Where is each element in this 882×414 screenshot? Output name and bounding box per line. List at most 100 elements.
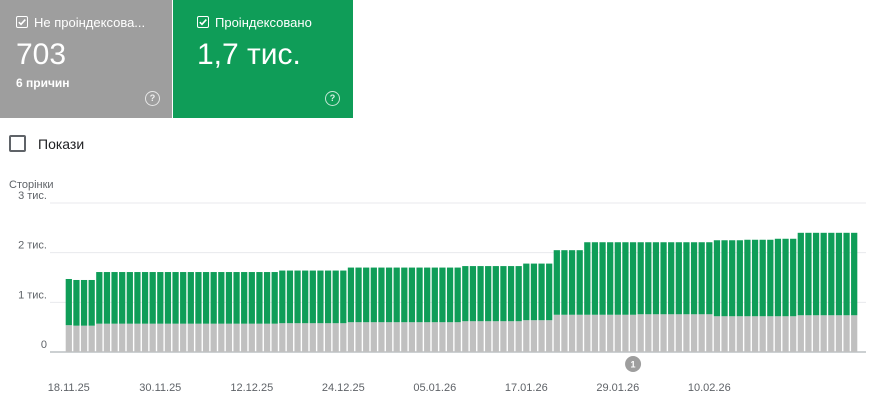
bar-indexed[interactable] xyxy=(225,272,233,324)
bar-not-indexed[interactable] xyxy=(370,322,377,352)
bar-indexed[interactable] xyxy=(324,270,332,324)
bar-indexed[interactable] xyxy=(378,267,385,323)
bar-not-indexed[interactable] xyxy=(843,315,850,352)
bar-indexed[interactable] xyxy=(797,232,804,316)
bar-not-indexed[interactable] xyxy=(347,322,355,352)
bar-not-indexed[interactable] xyxy=(164,323,172,352)
bar-indexed[interactable] xyxy=(332,270,339,324)
bar-indexed[interactable] xyxy=(294,270,301,324)
help-icon[interactable]: ? xyxy=(145,91,160,106)
bar-indexed[interactable] xyxy=(202,272,210,324)
bar-indexed[interactable] xyxy=(652,242,660,315)
bar-not-indexed[interactable] xyxy=(591,314,599,352)
bar-not-indexed[interactable] xyxy=(446,322,454,352)
bar-not-indexed[interactable] xyxy=(790,316,797,352)
bar-indexed[interactable] xyxy=(279,270,286,324)
bar-indexed[interactable] xyxy=(416,267,423,323)
checkbox-unchecked-icon[interactable] xyxy=(9,135,26,152)
bar-indexed[interactable] xyxy=(172,272,179,324)
bar-indexed[interactable] xyxy=(271,272,278,324)
bar-indexed[interactable] xyxy=(408,267,416,323)
bar-indexed[interactable] xyxy=(462,266,469,322)
bar-not-indexed[interactable] xyxy=(774,316,782,352)
bar-indexed[interactable] xyxy=(561,250,568,315)
bar-indexed[interactable] xyxy=(576,250,583,315)
bar-indexed[interactable] xyxy=(424,267,431,323)
help-icon[interactable]: ? xyxy=(325,91,340,106)
bar-not-indexed[interactable] xyxy=(73,325,80,352)
bar-indexed[interactable] xyxy=(774,238,782,317)
bar-not-indexed[interactable] xyxy=(629,314,637,352)
bar-not-indexed[interactable] xyxy=(225,323,233,352)
bar-indexed[interactable] xyxy=(286,270,294,324)
bar-not-indexed[interactable] xyxy=(248,323,255,352)
bar-indexed[interactable] xyxy=(729,240,736,317)
bar-indexed[interactable] xyxy=(233,272,240,324)
bar-indexed[interactable] xyxy=(187,272,194,324)
bar-not-indexed[interactable] xyxy=(713,316,721,352)
bar-indexed[interactable] xyxy=(363,267,370,323)
bar-not-indexed[interactable] xyxy=(851,315,858,352)
bar-indexed[interactable] xyxy=(340,270,347,324)
bar-indexed[interactable] xyxy=(88,279,95,326)
bar-not-indexed[interactable] xyxy=(553,314,560,352)
bar-not-indexed[interactable] xyxy=(294,323,301,352)
bar-indexed[interactable] xyxy=(256,272,263,324)
bar-not-indexed[interactable] xyxy=(698,314,705,352)
bar-indexed[interactable] xyxy=(812,232,820,316)
bar-not-indexed[interactable] xyxy=(134,323,141,352)
bar-not-indexed[interactable] xyxy=(302,323,309,352)
bar-indexed[interactable] xyxy=(668,242,675,315)
bar-indexed[interactable] xyxy=(790,238,797,317)
bar-not-indexed[interactable] xyxy=(141,323,149,352)
bar-not-indexed[interactable] xyxy=(401,322,408,352)
bar-not-indexed[interactable] xyxy=(286,323,294,352)
bar-indexed[interactable] xyxy=(515,266,522,322)
bar-indexed[interactable] xyxy=(431,267,438,323)
bar-not-indexed[interactable] xyxy=(408,322,416,352)
bar-not-indexed[interactable] xyxy=(469,321,477,352)
bar-indexed[interactable] xyxy=(614,242,621,315)
bar-not-indexed[interactable] xyxy=(828,315,835,352)
bar-indexed[interactable] xyxy=(103,272,111,324)
bar-not-indexed[interactable] xyxy=(202,323,210,352)
bar-not-indexed[interactable] xyxy=(88,325,95,352)
bar-indexed[interactable] xyxy=(355,267,362,323)
bar-not-indexed[interactable] xyxy=(263,323,271,352)
bar-indexed[interactable] xyxy=(660,242,667,315)
bar-not-indexed[interactable] xyxy=(111,323,118,352)
bar-not-indexed[interactable] xyxy=(233,323,240,352)
not-indexed-card[interactable]: Не проіндексова... 703 6 причин ? xyxy=(0,0,172,118)
bar-not-indexed[interactable] xyxy=(103,323,111,352)
bar-not-indexed[interactable] xyxy=(393,322,400,352)
bar-indexed[interactable] xyxy=(584,242,591,315)
bar-indexed[interactable] xyxy=(675,242,682,315)
bar-indexed[interactable] xyxy=(393,267,400,323)
bar-not-indexed[interactable] xyxy=(218,323,225,352)
bar-not-indexed[interactable] xyxy=(317,323,324,352)
bar-indexed[interactable] xyxy=(73,279,80,326)
bar-indexed[interactable] xyxy=(210,272,217,324)
bar-not-indexed[interactable] xyxy=(65,325,72,352)
bar-indexed[interactable] xyxy=(553,250,560,315)
bar-indexed[interactable] xyxy=(782,238,789,317)
bar-not-indexed[interactable] xyxy=(355,322,362,352)
bar-indexed[interactable] xyxy=(500,266,507,322)
bar-not-indexed[interactable] xyxy=(157,323,164,352)
bar-indexed[interactable] xyxy=(683,242,690,315)
bar-indexed[interactable] xyxy=(637,242,644,315)
bar-not-indexed[interactable] xyxy=(492,321,499,352)
bar-indexed[interactable] xyxy=(744,239,751,317)
bar-indexed[interactable] xyxy=(309,270,316,324)
bar-not-indexed[interactable] xyxy=(416,322,423,352)
bar-not-indexed[interactable] xyxy=(172,323,179,352)
bar-indexed[interactable] xyxy=(507,266,515,322)
bar-indexed[interactable] xyxy=(126,272,133,324)
bar-not-indexed[interactable] xyxy=(614,314,621,352)
bar-not-indexed[interactable] xyxy=(271,323,278,352)
bar-not-indexed[interactable] xyxy=(751,316,759,352)
bar-indexed[interactable] xyxy=(96,272,103,324)
bar-indexed[interactable] xyxy=(248,272,255,324)
bar-indexed[interactable] xyxy=(385,267,393,323)
bar-not-indexed[interactable] xyxy=(607,314,614,352)
